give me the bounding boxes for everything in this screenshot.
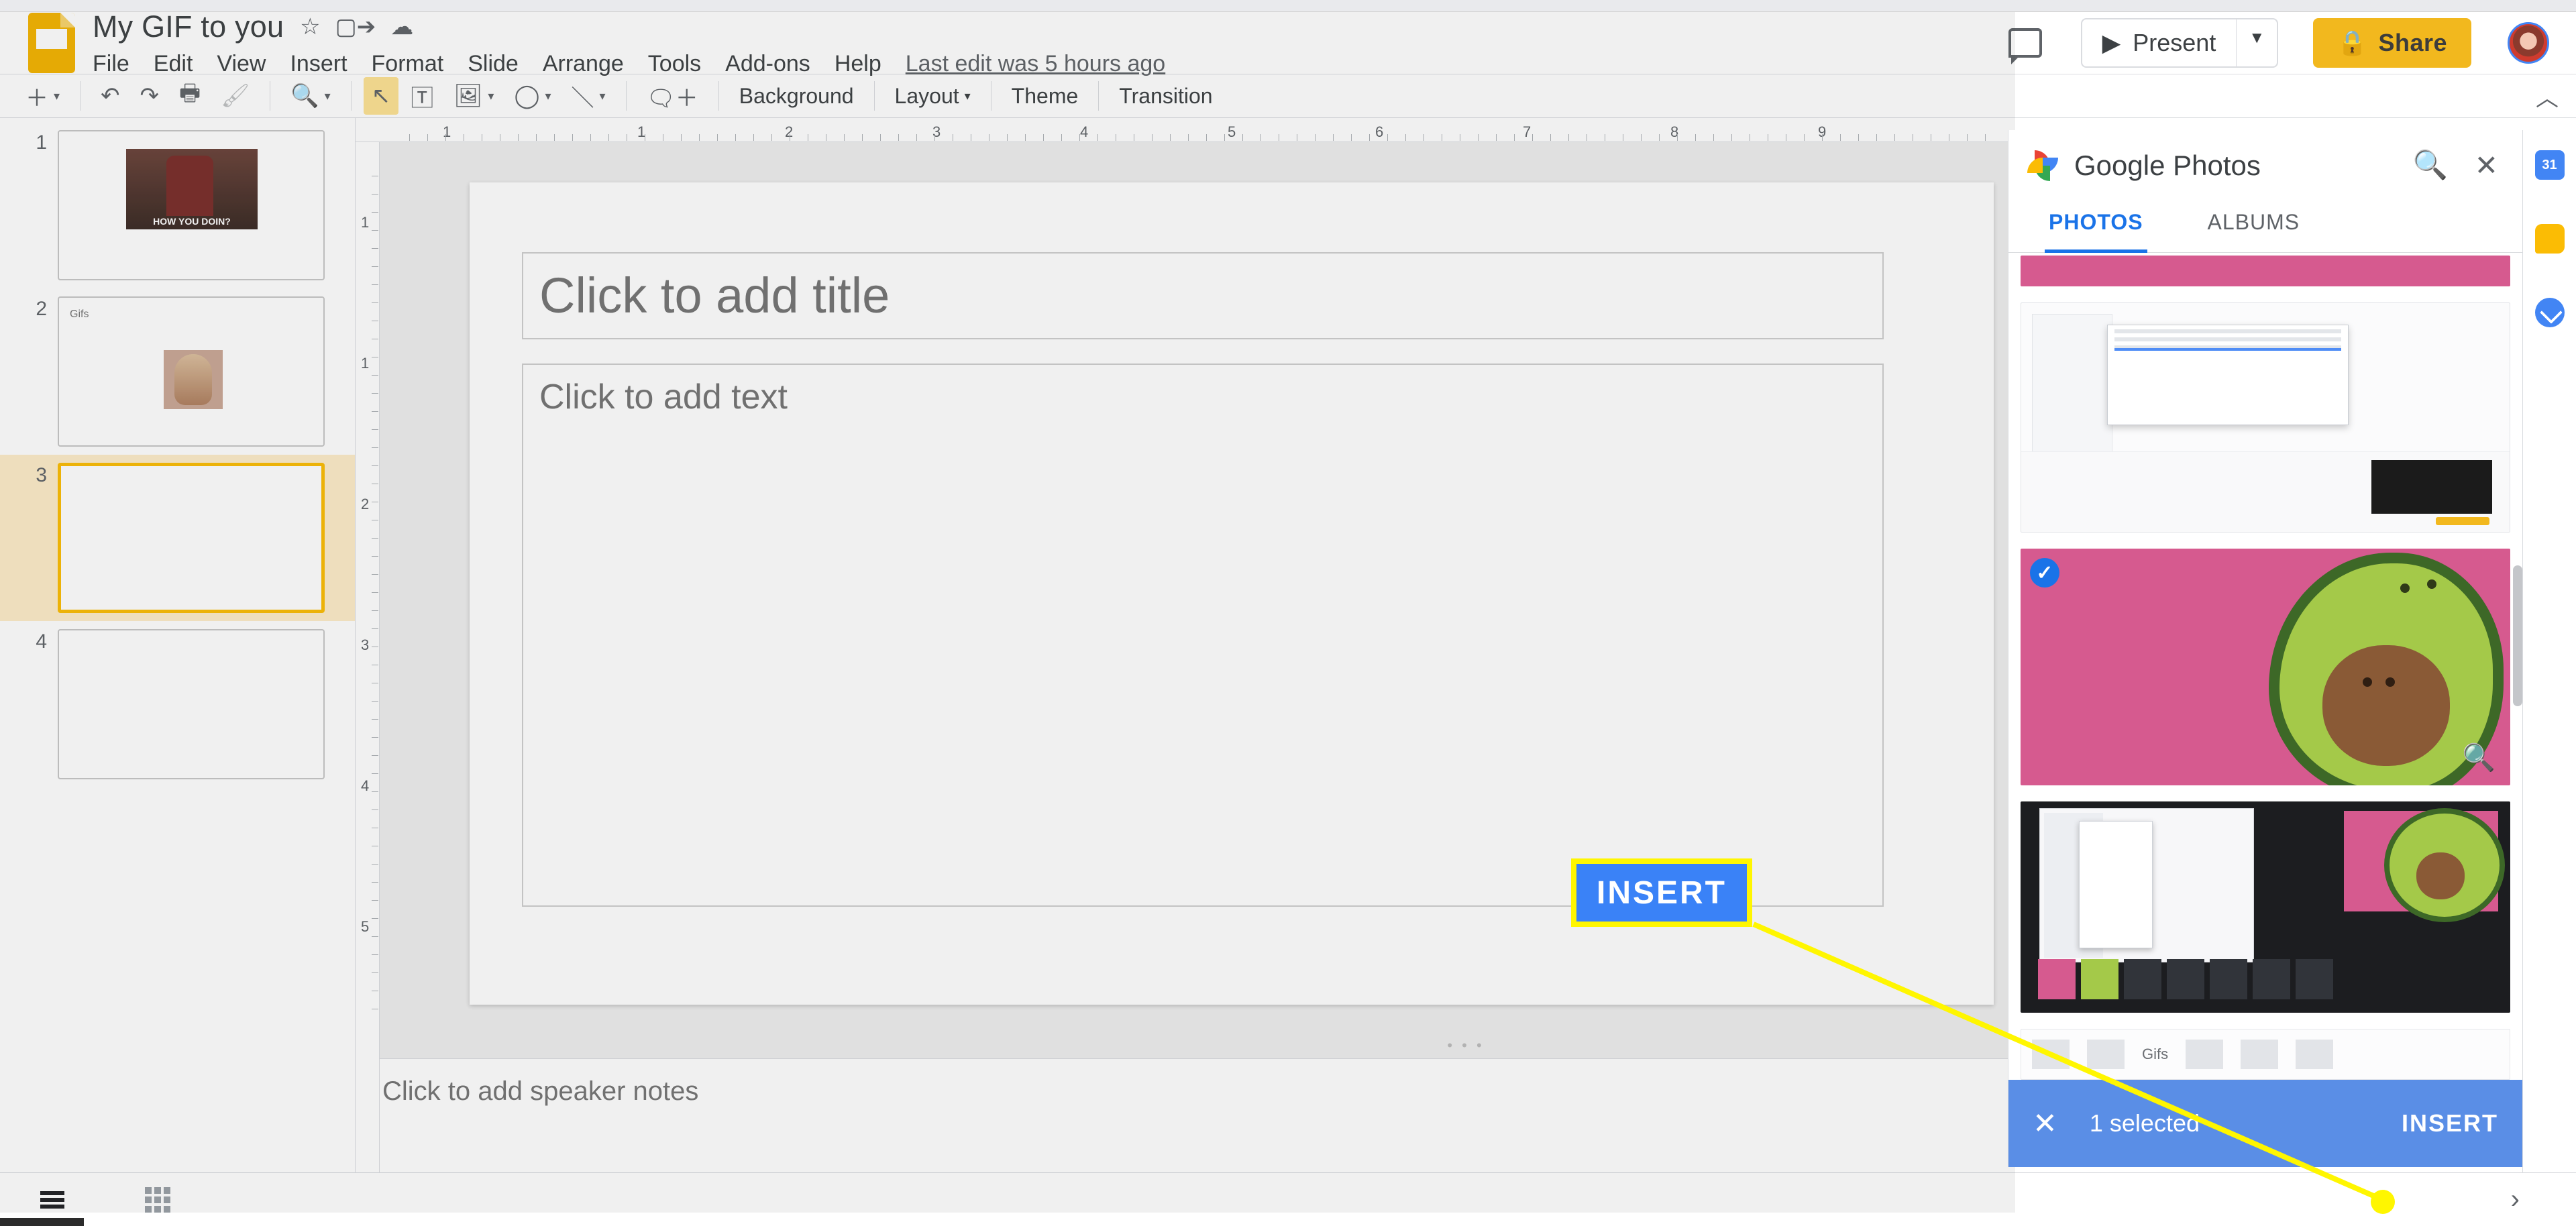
filmstrip-slide-1[interactable]: 1 xyxy=(30,130,331,280)
filmstrip-slide-3[interactable]: 3 xyxy=(0,455,355,621)
theme-button[interactable]: Theme xyxy=(1004,78,1087,114)
taskbar-strip xyxy=(0,1218,84,1226)
slide[interactable]: Click to add title Click to add text xyxy=(470,182,1994,1005)
view-grid-button[interactable] xyxy=(145,1187,170,1213)
zoom-button[interactable]: 🔍▾ xyxy=(282,77,338,115)
menu-format[interactable]: Format xyxy=(372,51,444,77)
toolbar: ＋▾ ↶ ↷ 🖶 🖌 🔍▾ ↖ 🅃 🖼▾ ◯▾ ＼▾ 🗨＋ Background… xyxy=(0,74,2576,118)
share-button[interactable]: 🔒 Share xyxy=(2313,18,2471,68)
insert-button[interactable]: INSERT xyxy=(2402,1109,2498,1137)
menu-tools[interactable]: Tools xyxy=(648,51,701,77)
photo-thumbnail[interactable] xyxy=(2021,801,2510,1013)
selected-check-icon[interactable]: ✓ xyxy=(2030,558,2059,588)
right-app-bar xyxy=(2522,130,2576,1172)
present-play-icon: ▶ xyxy=(2102,29,2121,57)
sidepanel-close-icon[interactable]: ✕ xyxy=(2469,144,2504,187)
document-title[interactable]: My GIF to you xyxy=(93,9,284,44)
menu-arrange[interactable]: Arrange xyxy=(543,51,624,77)
filmstrip-number: 1 xyxy=(30,130,47,280)
layout-button[interactable]: Layout▾ xyxy=(887,78,979,114)
lock-icon: 🔒 xyxy=(2337,29,2367,57)
print-button[interactable]: 🖶 xyxy=(171,72,209,121)
expand-sidepanel-icon[interactable]: › xyxy=(2511,1184,2536,1215)
tasks-addon-icon[interactable] xyxy=(2535,298,2565,327)
present-dropdown-caret[interactable]: ▼ xyxy=(2236,18,2278,68)
transition-button[interactable]: Transition xyxy=(1111,78,1220,114)
line-tool[interactable]: ＼▾ xyxy=(564,74,614,118)
filmstrip-number: 4 xyxy=(30,629,47,779)
insert-bar-selection-text: 1 selected xyxy=(2090,1109,2369,1137)
filmstrip-slide-4[interactable]: 4 xyxy=(30,629,331,779)
menu-addons[interactable]: Add-ons xyxy=(725,51,810,77)
titlebar: My GIF to you ☆ ▢➔ ☁ File Edit View Inse… xyxy=(0,12,2576,74)
sidepanel-scrollbar[interactable] xyxy=(2513,565,2522,706)
calendar-addon-icon[interactable] xyxy=(2535,150,2565,180)
view-filmstrip-button[interactable] xyxy=(40,1191,64,1209)
menu-help[interactable]: Help xyxy=(835,51,881,77)
title-placeholder[interactable]: Click to add title xyxy=(522,252,1884,339)
photo-thumbnail[interactable] xyxy=(2021,256,2510,286)
move-icon[interactable]: ▢➔ xyxy=(335,13,376,40)
redo-button[interactable]: ↷ xyxy=(132,77,168,115)
comment-add-button[interactable]: 🗨＋ xyxy=(639,74,706,118)
cloud-status-icon[interactable]: ☁ xyxy=(390,13,413,40)
menu-file[interactable]: File xyxy=(93,51,129,77)
splitter-grip-icon[interactable]: • • • xyxy=(1447,1037,1484,1054)
paint-format-button[interactable]: 🖌 xyxy=(213,77,258,115)
tab-albums[interactable]: ALBUMS xyxy=(2204,202,2304,252)
keep-addon-icon[interactable] xyxy=(2535,224,2565,254)
sidepanel-tabs: PHOTOS ALBUMS xyxy=(2008,194,2522,253)
google-photos-panel: Google Photos 🔍 ✕ PHOTOS ALBUMS xyxy=(2008,130,2522,1167)
sidepanel-search-icon[interactable]: 🔍 xyxy=(2408,144,2453,187)
photo-strip-label: Gifs xyxy=(2142,1046,2168,1063)
thumb-title: Gifs xyxy=(70,309,89,321)
present-button-group: ▶ Present ▼ xyxy=(2081,18,2279,68)
comments-icon[interactable] xyxy=(2008,28,2042,58)
google-photos-logo-icon xyxy=(2027,150,2058,181)
annotation-endpoint-dot xyxy=(2371,1190,2395,1214)
shape-tool[interactable]: ◯▾ xyxy=(506,77,559,115)
menu-bar: File Edit View Insert Format Slide Arran… xyxy=(93,48,1165,77)
filmstrip-slide-2[interactable]: 2 Gifs xyxy=(30,296,331,447)
slides-app-icon[interactable] xyxy=(28,13,75,73)
bottombar: › xyxy=(0,1172,2576,1226)
account-avatar[interactable] xyxy=(2508,22,2549,64)
filmstrip-number: 3 xyxy=(30,463,47,613)
body-placeholder[interactable]: Click to add text xyxy=(522,364,1884,907)
tab-photos[interactable]: PHOTOS xyxy=(2045,202,2147,253)
sidepanel-title: Google Photos xyxy=(2074,150,2392,182)
present-label: Present xyxy=(2133,29,2216,57)
magnify-icon[interactable]: 🔍 xyxy=(2462,742,2496,773)
menu-insert[interactable]: Insert xyxy=(290,51,347,77)
menu-slide[interactable]: Slide xyxy=(468,51,519,77)
insert-bar-close-icon[interactable]: ✕ xyxy=(2033,1107,2057,1141)
annotation-insert-callout: INSERT xyxy=(1571,858,1752,927)
star-icon[interactable]: ☆ xyxy=(300,13,320,40)
photo-thumbnail[interactable] xyxy=(2021,302,2510,533)
insert-bar: ✕ 1 selected INSERT xyxy=(2008,1080,2522,1167)
hide-menus-chevron-icon[interactable]: ︿ xyxy=(2536,80,2559,113)
share-label: Share xyxy=(2378,29,2447,57)
filmstrip[interactable]: 1 2 Gifs 3 4 xyxy=(0,118,356,1172)
menu-view[interactable]: View xyxy=(217,51,266,77)
new-slide-button[interactable]: ＋▾ xyxy=(17,74,68,118)
background-button[interactable]: Background xyxy=(731,78,862,114)
present-button[interactable]: ▶ Present xyxy=(2081,18,2237,68)
select-tool[interactable]: ↖ xyxy=(364,77,399,115)
filmstrip-number: 2 xyxy=(30,296,47,447)
photo-thumbnail[interactable]: Gifs xyxy=(2021,1029,2510,1080)
image-tool[interactable]: 🖼▾ xyxy=(445,77,502,115)
last-edit-link[interactable]: Last edit was 5 hours ago xyxy=(906,51,1165,77)
photos-scroll-area[interactable]: ✓ 🔍 Gifs xyxy=(2008,253,2522,1080)
photo-thumbnail-selected[interactable]: ✓ 🔍 xyxy=(2021,549,2510,785)
undo-button[interactable]: ↶ xyxy=(93,77,128,115)
textbox-tool[interactable]: 🅃 xyxy=(402,74,441,118)
